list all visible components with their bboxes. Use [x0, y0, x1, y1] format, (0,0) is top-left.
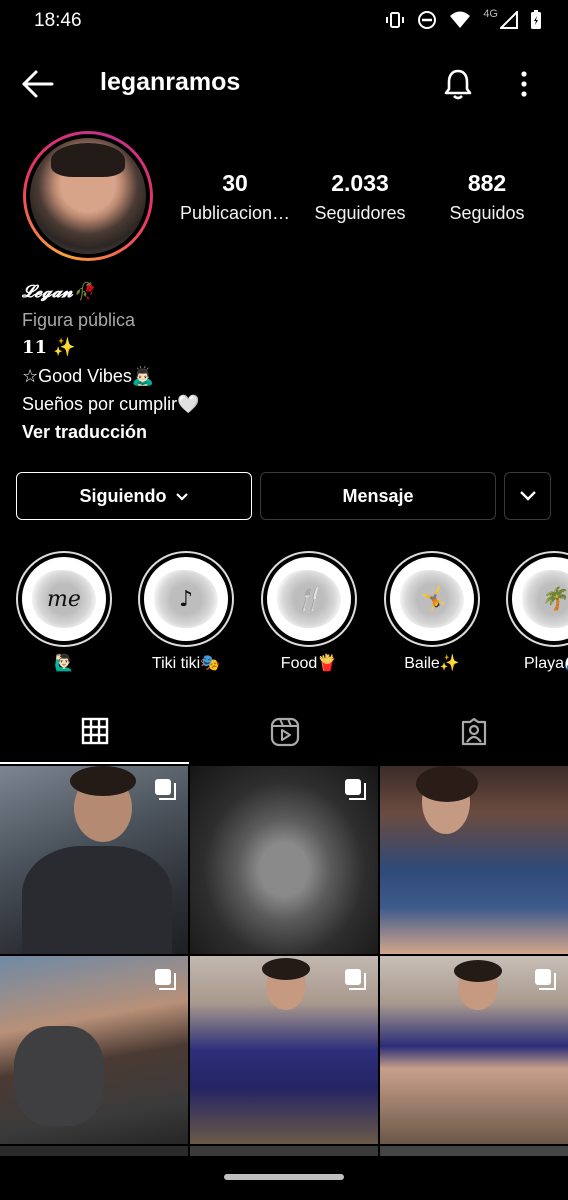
profile-username: leganramos	[100, 68, 241, 96]
status-icons: 4G	[385, 8, 542, 30]
system-navigation-bar	[0, 1156, 568, 1200]
tab-reels[interactable]	[190, 700, 379, 764]
profile-bio: 𝓛𝓮𝓰𝓪𝓷🥀 Figura pública 11 ✨ ☆Good Vibes🙇🏻…	[22, 278, 542, 446]
multiple-photos-icon	[535, 969, 556, 990]
post-thumbnail[interactable]	[0, 956, 188, 1144]
stat-following-label: Seguidos	[449, 203, 525, 223]
highlight-label: Baile✨	[404, 655, 460, 672]
back-arrow-icon[interactable]	[20, 68, 56, 100]
multiple-photos-icon	[155, 969, 176, 990]
message-button-label: Mensaje	[342, 485, 414, 506]
tab-posts-grid[interactable]	[0, 700, 189, 764]
stat-followers-label: Seguidores	[314, 203, 406, 223]
see-translation-link[interactable]: Ver traducción	[22, 418, 542, 446]
highlight-label: Food🍟	[280, 655, 338, 672]
wifi-icon	[450, 11, 471, 28]
profile-category: Figura pública	[22, 310, 136, 330]
bell-icon[interactable]	[440, 66, 476, 102]
stat-followers-count: 2.033	[331, 170, 389, 196]
highlight-item[interactable]: 🤸 Baile✨	[384, 551, 480, 673]
highlight-item[interactable]: me 🙋🏻‍♂️	[16, 551, 112, 673]
profile-display-name: 𝓛𝓮𝓰𝓪𝓷🥀	[22, 282, 95, 302]
highlight-cover: 🌴	[512, 557, 568, 641]
vibrate-icon	[386, 12, 405, 28]
dancer-icon: 🤸	[418, 586, 446, 612]
suggested-accounts-button[interactable]	[504, 472, 551, 520]
message-button[interactable]: Mensaje	[260, 472, 496, 520]
status-bar: 18:46 4G	[0, 0, 568, 44]
multiple-photos-icon	[345, 969, 366, 990]
home-gesture-handle[interactable]	[224, 1174, 344, 1180]
multiple-photos-icon	[155, 779, 176, 800]
grid-icon	[81, 717, 108, 745]
chevron-down-icon	[175, 493, 188, 501]
highlight-item[interactable]: ♪ Tiki tiki🎭	[138, 551, 234, 673]
palm-tree-icon: 🌴	[540, 586, 568, 612]
stat-following[interactable]: 882 Seguidos	[440, 170, 534, 224]
bio-line-2: ☆Good Vibes🙇🏻‍♂️	[22, 366, 155, 386]
tab-tagged[interactable]	[379, 700, 568, 764]
chevron-down-icon	[519, 491, 536, 501]
network-type: 4G	[483, 8, 498, 20]
highlight-cover: 🤸	[390, 557, 474, 641]
profile-avatar[interactable]	[23, 131, 153, 261]
profile-top-bar: leganramos	[0, 56, 568, 112]
profile-tabs	[0, 700, 568, 764]
stat-posts[interactable]: 30 Publicacion…	[176, 170, 294, 224]
post-thumbnail[interactable]	[190, 956, 378, 1144]
highlight-cover: 🍴	[267, 557, 351, 641]
post-thumbnail[interactable]	[380, 956, 568, 1144]
following-button-label: Siguiendo	[79, 485, 167, 506]
highlight-label: 🙋🏻‍♂️	[54, 655, 74, 672]
multiple-photos-icon	[345, 779, 366, 800]
post-thumbnail[interactable]	[380, 766, 568, 954]
do-not-disturb-icon	[418, 11, 437, 29]
stat-posts-count: 30	[222, 170, 248, 196]
highlight-cover: ♪	[144, 557, 228, 641]
highlight-label: Tiki tiki🎭	[151, 655, 221, 672]
highlight-label: Playa🌊	[524, 655, 568, 672]
stat-followers[interactable]: 2.033 Seguidores	[308, 170, 412, 224]
post-thumbnail[interactable]	[0, 766, 188, 954]
highlight-item[interactable]: 🌴 Playa🌊	[506, 551, 568, 673]
highlight-item[interactable]: 🍴 Food🍟	[261, 551, 357, 673]
stat-following-count: 882	[467, 170, 507, 196]
tagged-icon	[461, 717, 486, 746]
music-note-icon: ♪	[178, 586, 194, 612]
post-thumbnail[interactable]	[190, 766, 378, 954]
following-button[interactable]: Siguiendo	[16, 472, 252, 520]
battery-icon	[531, 10, 541, 29]
reels-icon	[270, 717, 299, 747]
signal-icon	[500, 11, 518, 29]
highlight-cover: me	[22, 557, 106, 641]
utensils-icon: 🍴	[295, 586, 323, 612]
bio-line-1: 11 ✨	[22, 337, 76, 358]
more-vertical-icon[interactable]	[512, 66, 536, 102]
status-time: 18:46	[34, 10, 82, 31]
bio-line-3: Sueños por cumplir🤍	[22, 394, 200, 414]
avatar-photo	[30, 138, 146, 254]
stat-posts-label: Publicacion…	[179, 203, 291, 223]
